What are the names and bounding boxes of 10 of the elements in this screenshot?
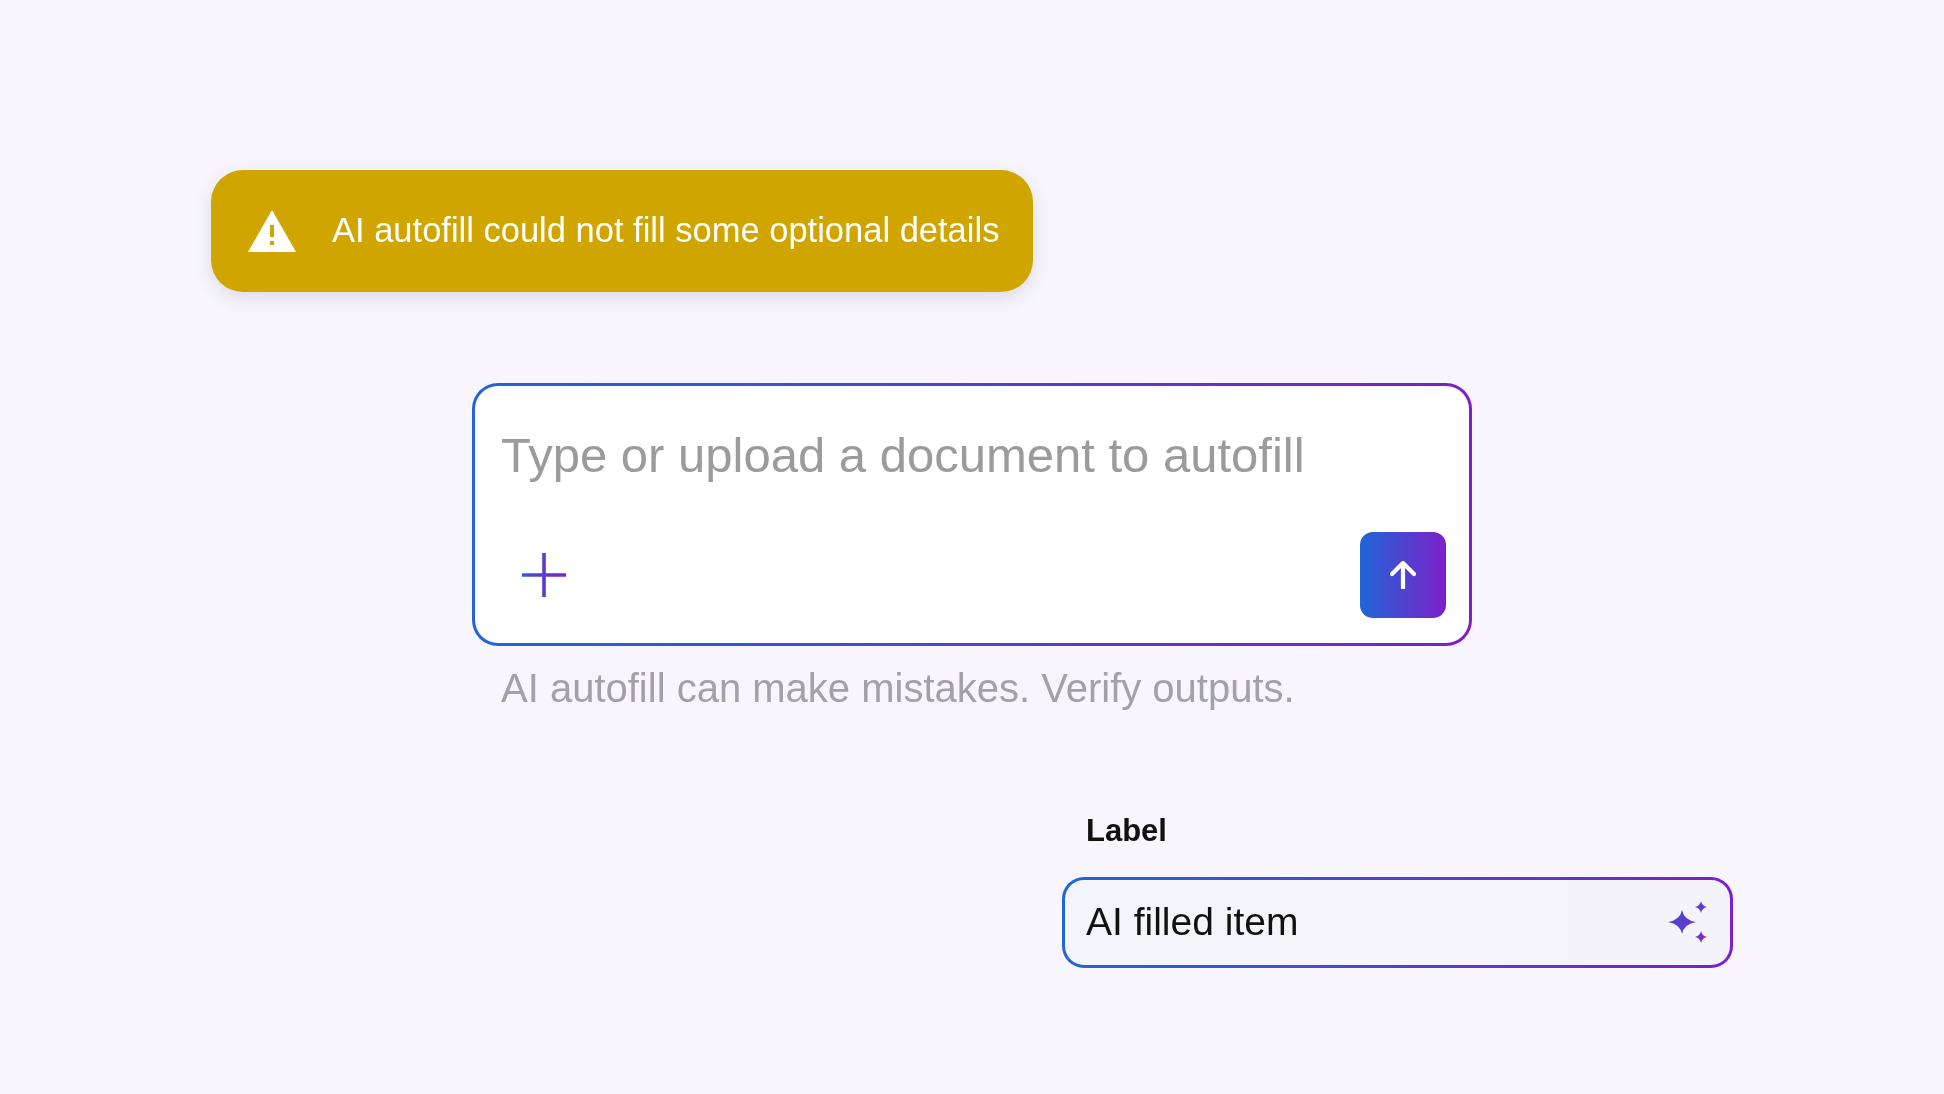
text-field[interactable]: AI filled item — [1062, 876, 1733, 968]
warning-icon — [248, 210, 296, 252]
plus-icon — [522, 553, 566, 597]
up-arrow-icon — [1390, 561, 1416, 589]
send-button[interactable] — [1360, 532, 1446, 618]
disclaimer-text: AI autofill can make mistakes. Verify outputs. — [501, 665, 1295, 712]
toast-message: AI autofill could not fill some optional details — [332, 210, 1000, 252]
field-label: Label — [1086, 812, 1167, 850]
prompt-input[interactable]: Type or upload a document to autofill — [498, 426, 1446, 488]
add-attachment-button[interactable] — [522, 553, 566, 597]
